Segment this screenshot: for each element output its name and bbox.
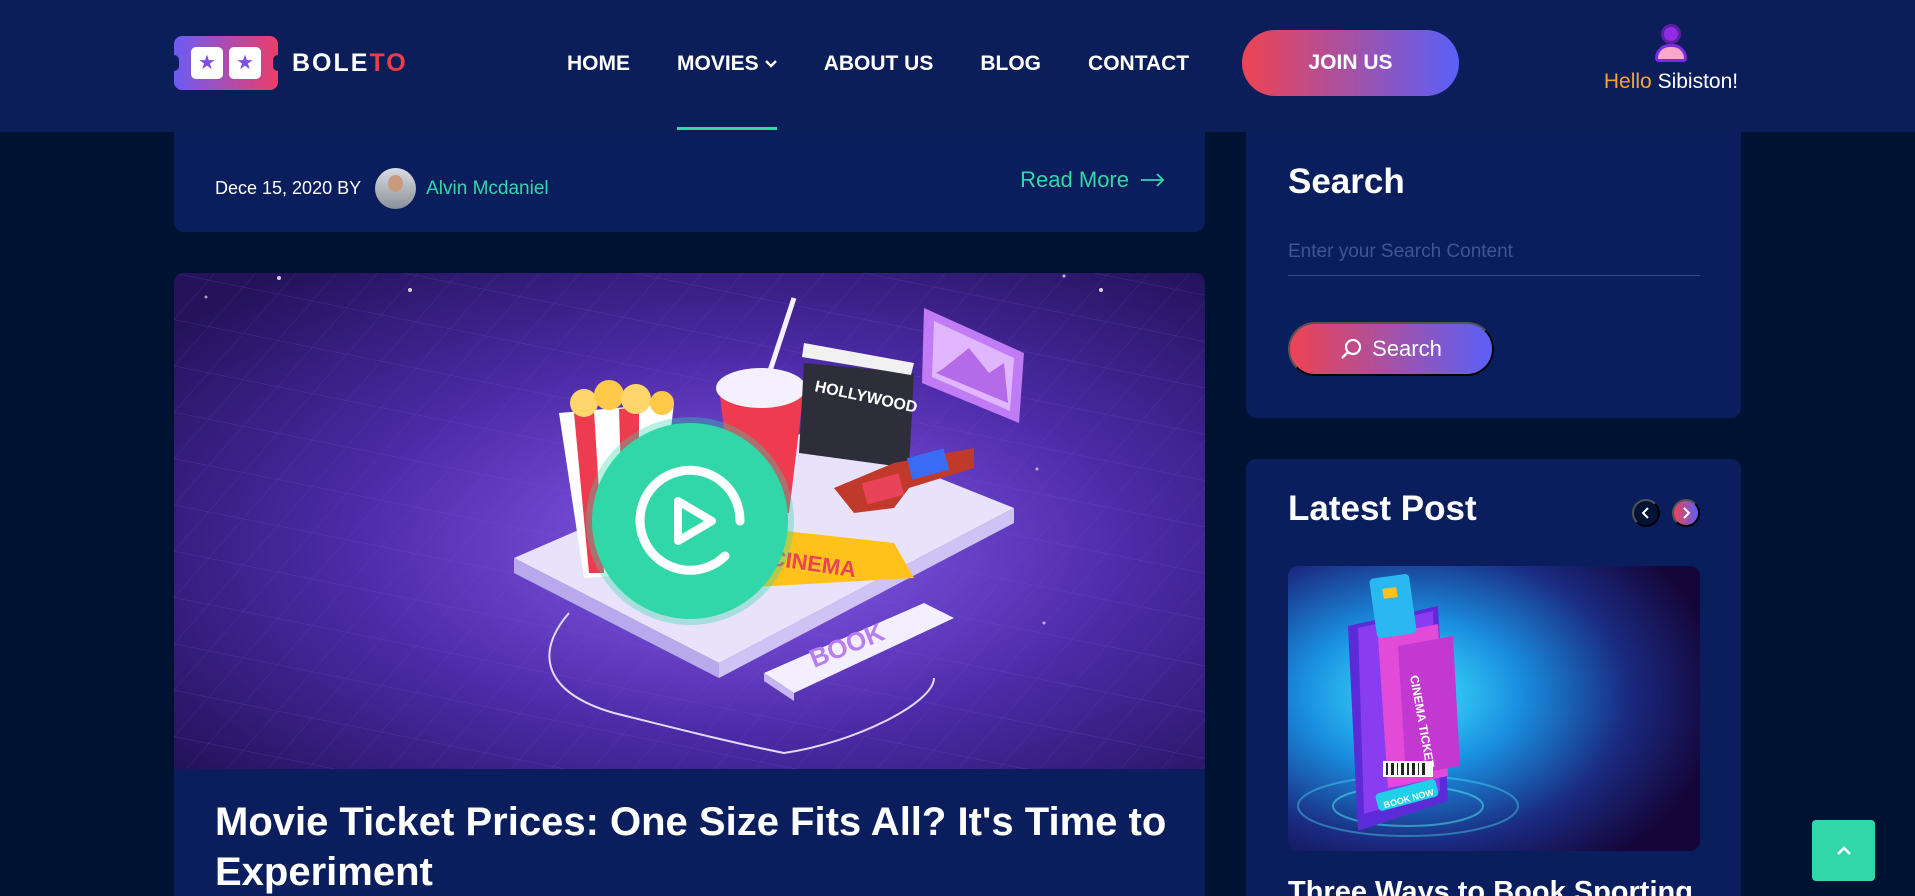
search-input[interactable] [1288, 228, 1700, 276]
article-image[interactable]: BOOK HOLLYWOOD CINEMA [174, 273, 1205, 769]
read-more-link[interactable]: Read More [1020, 167, 1165, 193]
nav-home[interactable]: HOME [567, 48, 630, 80]
post-date: Dece 15, 2020 BY [215, 178, 362, 198]
latest-post-widget: Latest Post CINEMA TICKET BOOK NOW Three… [1246, 459, 1741, 896]
user-greeting: Hello Sibiston! [1596, 70, 1746, 94]
slider-next-button[interactable] [1672, 499, 1700, 527]
slider-prev-button[interactable] [1632, 499, 1660, 527]
search-button[interactable]: Search [1288, 322, 1494, 376]
article-card: BOOK HOLLYWOOD CINEMA Movie Ticket Price… [174, 273, 1205, 896]
post-meta: Dece 15, 2020 BY Alvin Mcdaniel [215, 168, 549, 209]
author-avatar [375, 168, 417, 209]
nav-about[interactable]: ABOUT US [824, 48, 934, 80]
star-icon: ★ [191, 47, 223, 79]
chevron-left-icon [1641, 507, 1649, 519]
search-widget: Search Search [1246, 132, 1741, 418]
join-us-button[interactable]: JOIN US [1242, 30, 1459, 96]
chevron-up-icon [1836, 845, 1851, 855]
site-logo[interactable]: ★ ★ BOLETO [169, 36, 408, 90]
ticket-wallet-illustration: CINEMA TICKET BOOK NOW [1288, 566, 1700, 851]
greeting-hello: Hello [1603, 70, 1652, 93]
chevron-right-icon [1683, 507, 1691, 519]
search-button-label: Search [1372, 336, 1442, 361]
author-link[interactable]: Alvin Mcdaniel [426, 178, 549, 200]
play-video-button[interactable] [592, 423, 788, 619]
article-title[interactable]: Movie Ticket Prices: One Size Fits All? … [215, 797, 1175, 896]
scroll-to-top-button[interactable] [1812, 820, 1875, 881]
nav-movies[interactable]: MOVIES [677, 48, 777, 130]
main-nav: HOME MOVIES ABOUT US BLOG CONTACT [567, 48, 1236, 130]
nav-movies-label: MOVIES [677, 52, 759, 75]
logo-text: BOLETO [292, 49, 408, 78]
user-avatar-icon [1653, 24, 1689, 64]
search-icon [1341, 338, 1362, 359]
nav-contact[interactable]: CONTACT [1088, 48, 1189, 80]
logo-ticket-icon: ★ ★ [169, 36, 283, 90]
arrow-right-icon [1141, 173, 1165, 187]
logo-text-main: BOLE [292, 48, 370, 77]
chevron-down-icon [764, 60, 777, 68]
latest-post-title: Latest Post [1288, 489, 1477, 528]
play-icon [635, 465, 745, 575]
latest-post-image[interactable]: CINEMA TICKET BOOK NOW [1288, 566, 1700, 851]
logo-text-accent: TO [369, 48, 408, 77]
star-icon: ★ [229, 47, 261, 79]
search-widget-title: Search [1288, 162, 1405, 201]
latest-post-headline[interactable]: Three Ways to Book Sporting [1288, 876, 1708, 896]
nav-blog[interactable]: BLOG [980, 48, 1041, 80]
greeting-name: Sibiston! [1651, 70, 1739, 93]
read-more-label: Read More [1020, 167, 1129, 192]
site-header: ★ ★ BOLETO HOME MOVIES ABOUT US BLOG CON… [0, 0, 1915, 132]
user-menu[interactable]: Hello Sibiston! [1596, 24, 1746, 94]
